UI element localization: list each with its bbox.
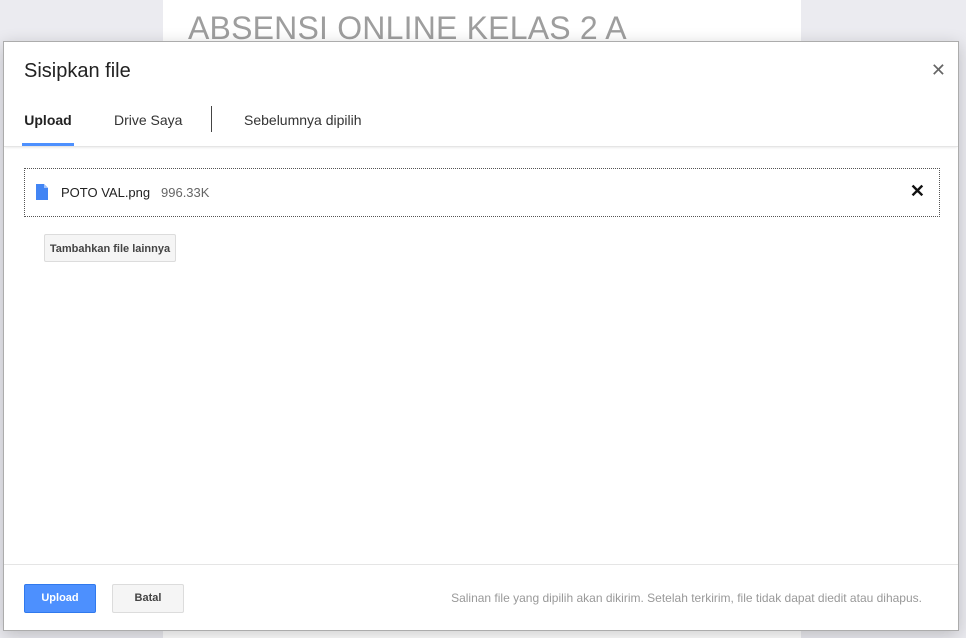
- tab-drive-saya[interactable]: Drive Saya: [114, 100, 182, 146]
- cancel-button[interactable]: Batal: [112, 584, 184, 613]
- remove-x-icon[interactable]: ✕: [910, 182, 925, 200]
- file-list-item: POTO VAL.png 996.33K ✕: [24, 168, 940, 217]
- file-document-icon: [36, 184, 48, 200]
- footer-note: Salinan file yang dipilih akan dikirim. …: [451, 591, 922, 605]
- tab-sebelumnya-dipilih[interactable]: Sebelumnya dipilih: [244, 100, 362, 146]
- tab-bar: Upload Drive Saya Sebelumnya dipilih: [4, 100, 958, 147]
- insert-file-dialog: Sisipkan file ✕ Upload Drive Saya Sebelu…: [3, 41, 959, 631]
- footer-divider: [4, 564, 958, 565]
- close-icon[interactable]: ✕: [931, 60, 946, 80]
- add-more-files-button[interactable]: Tambahkan file lainnya: [44, 234, 176, 262]
- file-name: POTO VAL.png: [61, 185, 151, 200]
- tab-divider: [211, 106, 212, 132]
- upload-button[interactable]: Upload: [24, 584, 96, 613]
- tab-upload[interactable]: Upload: [22, 100, 74, 146]
- file-size: 996.33K: [161, 185, 210, 200]
- dialog-title: Sisipkan file: [24, 60, 131, 82]
